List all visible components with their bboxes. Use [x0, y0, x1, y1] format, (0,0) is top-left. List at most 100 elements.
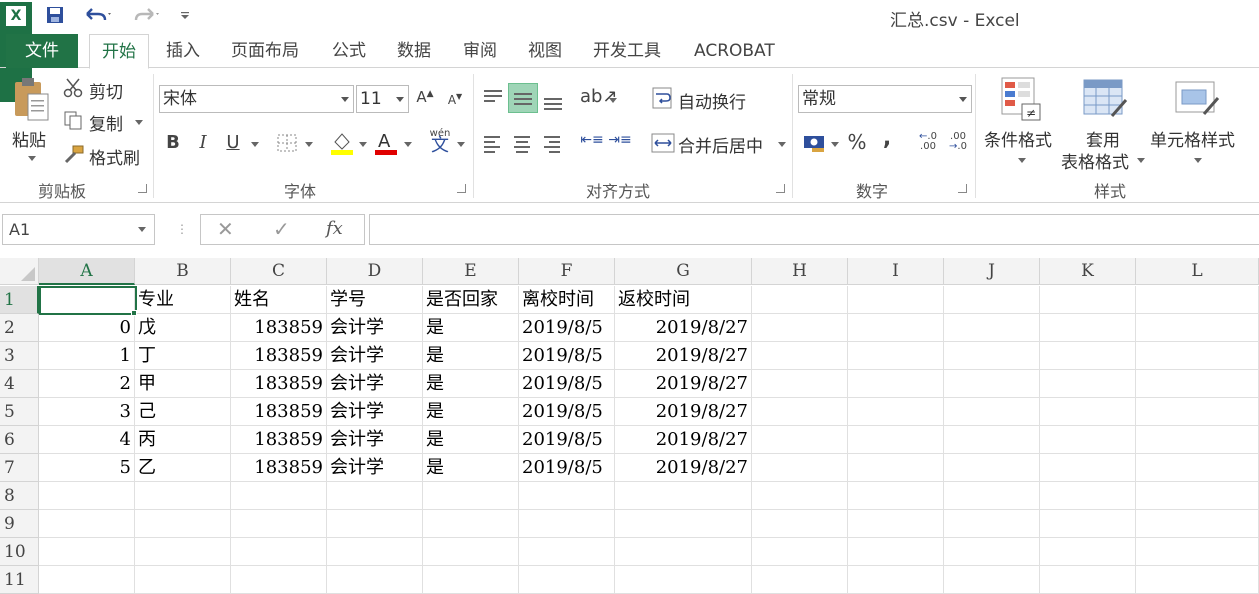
cell-l5[interactable] — [1136, 398, 1259, 426]
fill-color-icon[interactable] — [329, 130, 355, 156]
merge-center-icon[interactable] — [651, 132, 675, 154]
cell-l1[interactable] — [1136, 286, 1259, 314]
column-header-g[interactable]: G — [615, 258, 752, 285]
cell-e10[interactable] — [423, 538, 519, 566]
cell-e5[interactable]: 是 — [423, 398, 519, 426]
conditional-formatting-icon[interactable]: ≠ — [1000, 76, 1042, 122]
accounting-dropdown-icon[interactable] — [831, 142, 839, 147]
bold-button[interactable]: B — [163, 132, 183, 153]
tab-file[interactable]: 文件 — [6, 34, 78, 68]
cell-styles-button[interactable]: 单元格样式 — [1150, 126, 1235, 151]
cell-h1[interactable] — [752, 286, 848, 314]
fill-handle[interactable] — [131, 310, 137, 316]
cancel-icon[interactable]: ✕ — [217, 217, 234, 241]
cell-i11[interactable] — [848, 566, 944, 594]
cell-i8[interactable] — [848, 482, 944, 510]
cell-a8[interactable] — [39, 482, 135, 510]
undo-icon[interactable] — [80, 4, 116, 26]
cell-g10[interactable] — [615, 538, 752, 566]
cell-k5[interactable] — [1040, 398, 1136, 426]
cell-g8[interactable] — [615, 482, 752, 510]
font-size-select[interactable]: 11 — [356, 85, 409, 113]
cell-i7[interactable] — [848, 454, 944, 482]
align-top-icon[interactable] — [484, 90, 502, 105]
cell-c9[interactable] — [231, 510, 327, 538]
increase-indent-icon[interactable]: ⇥≡ — [608, 132, 632, 148]
cell-styles-icon[interactable] — [1174, 78, 1220, 122]
cell-e3[interactable]: 是 — [423, 342, 519, 370]
conditional-dropdown-icon[interactable] — [1018, 158, 1026, 163]
cell-g5[interactable]: 2019/8/27 — [615, 398, 752, 426]
cell-l2[interactable] — [1136, 314, 1259, 342]
cell-h6[interactable] — [752, 426, 848, 454]
cell-a4[interactable]: 2 — [39, 370, 135, 398]
cell-l10[interactable] — [1136, 538, 1259, 566]
cell-c7[interactable]: 183859 — [231, 454, 327, 482]
phonetic-dropdown-icon[interactable] — [457, 142, 465, 147]
column-header-d[interactable]: D — [327, 258, 423, 285]
cell-f9[interactable] — [519, 510, 615, 538]
cell-e1[interactable]: 是否回家 — [423, 286, 519, 314]
italic-button[interactable]: I — [193, 132, 213, 153]
cell-j11[interactable] — [944, 566, 1040, 594]
cell-i6[interactable] — [848, 426, 944, 454]
font-color-dropdown-icon[interactable] — [404, 142, 412, 147]
cell-c3[interactable]: 183859 — [231, 342, 327, 370]
align-left-icon[interactable] — [484, 136, 500, 156]
copy-button[interactable]: 复制 — [89, 110, 123, 135]
cell-d4[interactable]: 会计学 — [327, 370, 423, 398]
cell-d6[interactable]: 会计学 — [327, 426, 423, 454]
cell-k1[interactable] — [1040, 286, 1136, 314]
cell-e8[interactable] — [423, 482, 519, 510]
clipboard-launcher-icon[interactable] — [138, 184, 147, 193]
format-as-table-label-2[interactable]: 表格格式 — [1061, 148, 1129, 173]
increase-font-size-icon[interactable]: A▲ — [414, 88, 436, 106]
cell-k11[interactable] — [1040, 566, 1136, 594]
cell-l7[interactable] — [1136, 454, 1259, 482]
cell-k7[interactable] — [1040, 454, 1136, 482]
cell-c6[interactable]: 183859 — [231, 426, 327, 454]
cell-c5[interactable]: 183859 — [231, 398, 327, 426]
cell-g7[interactable]: 2019/8/27 — [615, 454, 752, 482]
borders-dropdown-icon[interactable] — [305, 142, 313, 147]
column-header-f[interactable]: F — [519, 258, 615, 285]
cell-l9[interactable] — [1136, 510, 1259, 538]
cell-b1[interactable]: 专业 — [135, 286, 231, 314]
cell-e4[interactable]: 是 — [423, 370, 519, 398]
cell-j1[interactable] — [944, 286, 1040, 314]
tab-home[interactable]: 开始 — [89, 34, 149, 69]
cell-c4[interactable]: 183859 — [231, 370, 327, 398]
number-launcher-icon[interactable] — [958, 184, 967, 193]
customize-qat-icon[interactable] — [176, 4, 194, 26]
scissors-icon[interactable] — [63, 78, 85, 98]
decrease-font-size-icon[interactable]: A▼ — [444, 92, 466, 107]
paste-button[interactable] — [12, 76, 52, 126]
row-header-7[interactable]: 7 — [0, 454, 39, 482]
cell-d10[interactable] — [327, 538, 423, 566]
cell-c8[interactable] — [231, 482, 327, 510]
enter-icon[interactable]: ✓ — [273, 217, 290, 241]
decrease-indent-icon[interactable]: ⇤≡ — [580, 132, 604, 148]
format-painter-icon[interactable] — [63, 144, 85, 164]
cell-l4[interactable] — [1136, 370, 1259, 398]
tab-developer[interactable]: 开发工具 — [593, 34, 661, 68]
cell-h3[interactable] — [752, 342, 848, 370]
insert-function-button[interactable]: fx — [326, 218, 343, 239]
align-right-icon[interactable] — [544, 136, 560, 156]
column-header-i[interactable]: I — [848, 258, 944, 285]
cell-i5[interactable] — [848, 398, 944, 426]
tab-data[interactable]: 数据 — [397, 34, 431, 68]
cell-d1[interactable]: 学号 — [327, 286, 423, 314]
row-header-6[interactable]: 6 — [0, 426, 39, 454]
redo-icon[interactable] — [130, 4, 166, 26]
cell-h2[interactable] — [752, 314, 848, 342]
cell-b2[interactable]: 戊 — [135, 314, 231, 342]
column-header-h[interactable]: H — [752, 258, 848, 285]
tab-formulas[interactable]: 公式 — [332, 34, 366, 68]
borders-icon[interactable] — [276, 133, 298, 153]
cell-h4[interactable] — [752, 370, 848, 398]
cell-l8[interactable] — [1136, 482, 1259, 510]
column-header-e[interactable]: E — [423, 258, 519, 285]
cell-c11[interactable] — [231, 566, 327, 594]
row-header-1[interactable]: 1 — [0, 286, 39, 314]
